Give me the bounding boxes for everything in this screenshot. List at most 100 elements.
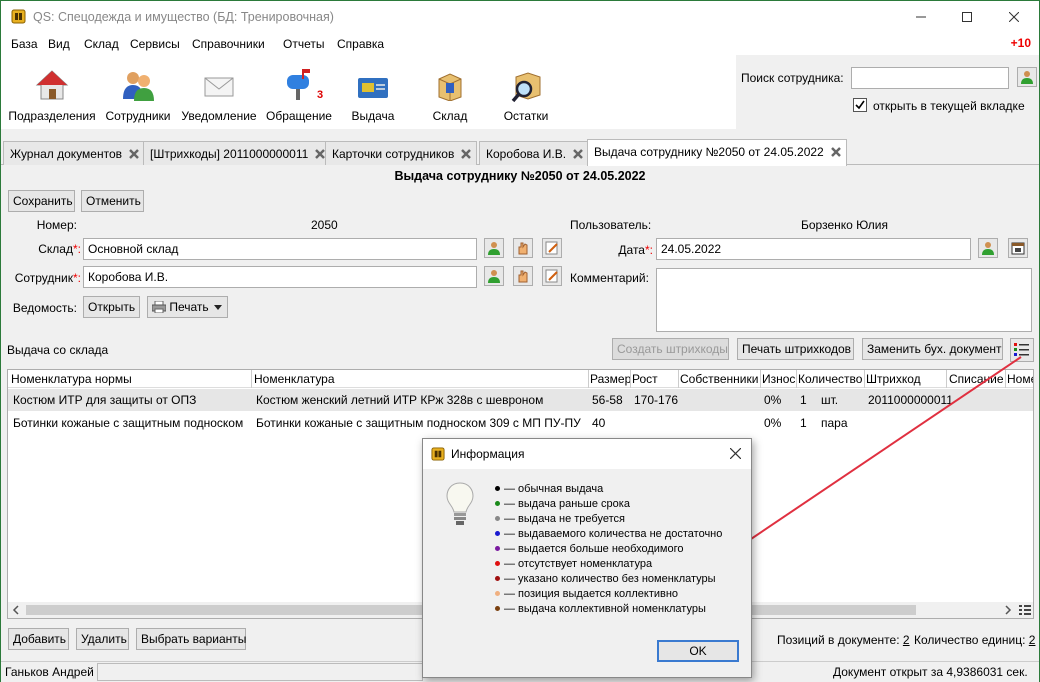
- tab-korobova[interactable]: Коробова И.В.: [479, 141, 590, 165]
- toolbar-podrazdeleniya-button[interactable]: Подразделения: [7, 55, 97, 129]
- people-icon: [123, 72, 154, 101]
- employee-search-button[interactable]: [1017, 67, 1037, 87]
- dialog-close-icon[interactable]: [730, 448, 741, 459]
- units-label: Количество единиц:: [914, 633, 1026, 647]
- tab-shtrihkody[interactable]: [Штрихкоды] 2011000000011: [143, 141, 332, 165]
- cell-height: 170-176: [634, 393, 679, 407]
- toolbar-label: Уведомление: [181, 109, 257, 123]
- tab-close-icon[interactable]: [830, 146, 842, 158]
- warehouse-label: Склад*:: [1, 242, 81, 256]
- warehouse-select-button[interactable]: [484, 238, 504, 258]
- menu-spravka[interactable]: Справка: [337, 37, 384, 51]
- tab-close-icon[interactable]: [460, 148, 472, 160]
- units-info: Количество единиц: 2: [914, 633, 1035, 647]
- maximize-button[interactable]: [944, 1, 990, 33]
- employee-pick-button[interactable]: [513, 266, 533, 286]
- legend-dot: [495, 576, 500, 581]
- house-icon: [35, 70, 69, 100]
- employee-edit-button[interactable]: [542, 266, 562, 286]
- scroll-right-icon[interactable]: [1000, 602, 1016, 618]
- open-statement-button[interactable]: Открыть: [83, 296, 140, 318]
- menu-otchety[interactable]: Отчеты: [283, 37, 324, 51]
- menu-spravochniki[interactable]: Справочники: [192, 37, 265, 51]
- legend-dot: [495, 516, 500, 521]
- col-nomenclature[interactable]: Номенклатура: [254, 372, 586, 386]
- toolbar-vydacha-button[interactable]: Выдача: [343, 55, 403, 129]
- create-barcodes-button[interactable]: Создать штрихкоды: [612, 338, 729, 360]
- toolbar-sotrudniki-button[interactable]: Сотрудники: [103, 55, 173, 129]
- warehouse-field[interactable]: Основной склад: [83, 238, 477, 260]
- col-height[interactable]: Рост: [632, 372, 676, 386]
- legend-dot: [495, 606, 500, 611]
- col-size[interactable]: Размер: [590, 372, 630, 386]
- window-title: QS: Спецодежда и имущество (БД: Трениров…: [33, 10, 334, 24]
- positions-value[interactable]: 2: [903, 633, 910, 647]
- tab-kartochki-sotrudnikov[interactable]: Карточки сотрудников: [325, 141, 478, 165]
- app-icon: [431, 447, 445, 461]
- legend-item: — позиция выдается коллективно: [495, 588, 722, 603]
- date-user-button[interactable]: [978, 238, 998, 258]
- save-button[interactable]: Сохранить: [8, 190, 75, 212]
- cancel-button[interactable]: Отменить: [81, 190, 144, 212]
- employee-field[interactable]: Коробова И.В.: [83, 266, 477, 288]
- tab-label: Журнал документов: [10, 147, 123, 161]
- menu-vid[interactable]: Вид: [48, 37, 70, 51]
- comment-textarea[interactable]: [656, 268, 1032, 332]
- cell-nomenclature: Костюм женский летний ИТР КРж 328в с шев…: [256, 393, 544, 407]
- date-field[interactable]: 24.05.2022: [656, 238, 971, 260]
- add-button[interactable]: Добавить: [8, 628, 69, 650]
- print-dropdown-button[interactable]: Печать: [147, 296, 228, 318]
- choose-variants-button[interactable]: Выбрать варианты: [136, 628, 246, 650]
- toolbar-uvedomlenie-button[interactable]: Уведомление: [179, 55, 259, 129]
- tab-vydacha-2050[interactable]: Выдача сотруднику №2050 от 24.05.2022: [587, 139, 847, 166]
- legend-text: — отсутствует номенклатура: [504, 558, 653, 570]
- envelope-icon: [204, 77, 234, 97]
- dialog-title-bar: Информация: [423, 439, 751, 469]
- minimize-button[interactable]: [898, 1, 944, 33]
- tab-close-icon[interactable]: [128, 148, 140, 160]
- hand-icon: [518, 242, 528, 255]
- required-mark: *:: [644, 243, 653, 257]
- employee-select-button[interactable]: [484, 266, 504, 286]
- legend-item: — обычная выдача: [495, 483, 722, 498]
- toolbar-obrashchenie-button[interactable]: 3 Обращение: [263, 55, 335, 129]
- title-bar: QS: Спецодежда и имущество (БД: Трениров…: [1, 1, 1039, 33]
- date-label: Дата*:: [561, 243, 653, 257]
- toolbar-ostatki-button[interactable]: Остатки: [496, 55, 556, 129]
- legend-dot: [495, 531, 500, 536]
- legend-text: — выдача коллективной номенклатуры: [504, 603, 706, 615]
- dropdown-arrow-icon: [214, 305, 222, 310]
- calendar-button[interactable]: [1008, 238, 1028, 258]
- person-icon: [488, 242, 500, 255]
- scroll-left-icon[interactable]: [8, 602, 24, 618]
- cell-norm: Костюм ИТР для защиты от ОПЗ: [13, 393, 197, 407]
- warehouse-pick-button[interactable]: [513, 238, 533, 258]
- tab-label: [Штрихкоды] 2011000000011: [150, 147, 309, 161]
- box-icon: [438, 73, 462, 101]
- ok-button[interactable]: OK: [657, 640, 739, 662]
- column-chooser-icon[interactable]: [1017, 602, 1033, 618]
- notification-count[interactable]: +10: [1011, 36, 1031, 50]
- employee-search-input[interactable]: [851, 67, 1009, 89]
- menu-sklad[interactable]: Склад: [84, 37, 119, 51]
- main-toolbar: Подразделения Сотрудники Уведомление 3 О…: [1, 55, 736, 129]
- menu-servisy[interactable]: Сервисы: [130, 37, 180, 51]
- delete-button[interactable]: Удалить: [76, 628, 129, 650]
- cell-size: 56-58: [592, 393, 623, 407]
- positions-info: Позиций в документе: 2: [777, 633, 910, 647]
- legend-dot: [495, 591, 500, 596]
- tab-close-icon[interactable]: [572, 148, 584, 160]
- warehouse-edit-button[interactable]: [542, 238, 562, 258]
- units-value[interactable]: 2: [1029, 633, 1036, 647]
- cell-nomenclature: Ботинки кожаные с защитным подноском 309…: [256, 416, 581, 430]
- col-norm-nomenclature[interactable]: Номенклатура нормы: [11, 372, 251, 386]
- open-in-current-tab-checkbox[interactable]: [853, 98, 867, 112]
- legend-text: — выдаваемого количества не достаточно: [504, 528, 723, 540]
- toolbar-sklad-button[interactable]: Склад: [420, 55, 480, 129]
- document-tabs: Журнал документов [Штрихкоды] 2011000000…: [1, 137, 1039, 166]
- menu-baza[interactable]: База: [11, 37, 38, 51]
- tab-zhurnal-dokumentov[interactable]: Журнал документов: [3, 141, 146, 165]
- close-window-button[interactable]: [991, 1, 1037, 33]
- legend-item: — выдача раньше срока: [495, 498, 722, 513]
- mailbox-icon: [287, 69, 310, 100]
